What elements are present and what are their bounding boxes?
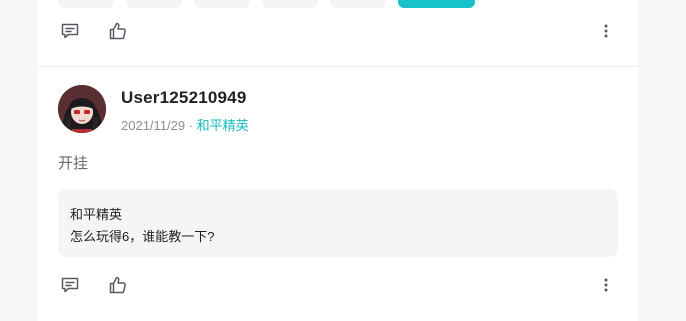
- username[interactable]: User125210949: [121, 88, 247, 108]
- quoted-body: 怎么玩得6，谁能教一下?: [70, 229, 215, 244]
- quoted-title: 和平精英: [70, 207, 123, 222]
- post-date: 2021/11/29: [121, 118, 186, 133]
- chip[interactable]: [330, 0, 386, 8]
- chip[interactable]: [58, 0, 114, 8]
- chip[interactable]: [262, 0, 318, 8]
- previous-post-action-bar: [38, 18, 638, 44]
- meta-separator: ·: [185, 118, 197, 133]
- post-text: 开挂: [58, 155, 89, 172]
- page: User125210949 2021/11/29 · 和平精英 开挂 和平精英 …: [0, 0, 686, 321]
- chip[interactable]: [126, 0, 182, 8]
- thumbs-up-icon[interactable]: [105, 18, 131, 44]
- comment-icon[interactable]: [57, 272, 83, 298]
- post-meta: 2021/11/29 · 和平精英: [121, 115, 249, 134]
- post-action-bar: [38, 272, 638, 298]
- comment-icon[interactable]: [57, 18, 83, 44]
- chip-active[interactable]: [398, 0, 475, 8]
- quoted-question[interactable]: 和平精英 怎么玩得6，谁能教一下?: [58, 189, 618, 257]
- divider: [38, 66, 638, 67]
- more-vertical-icon[interactable]: [593, 272, 619, 298]
- thumbs-up-icon[interactable]: [105, 272, 131, 298]
- game-tag-link[interactable]: 和平精英: [197, 118, 249, 133]
- avatar[interactable]: [58, 85, 106, 133]
- more-vertical-icon[interactable]: [593, 18, 619, 44]
- chip[interactable]: [194, 0, 250, 8]
- feed-card: User125210949 2021/11/29 · 和平精英 开挂 和平精英 …: [38, 0, 638, 321]
